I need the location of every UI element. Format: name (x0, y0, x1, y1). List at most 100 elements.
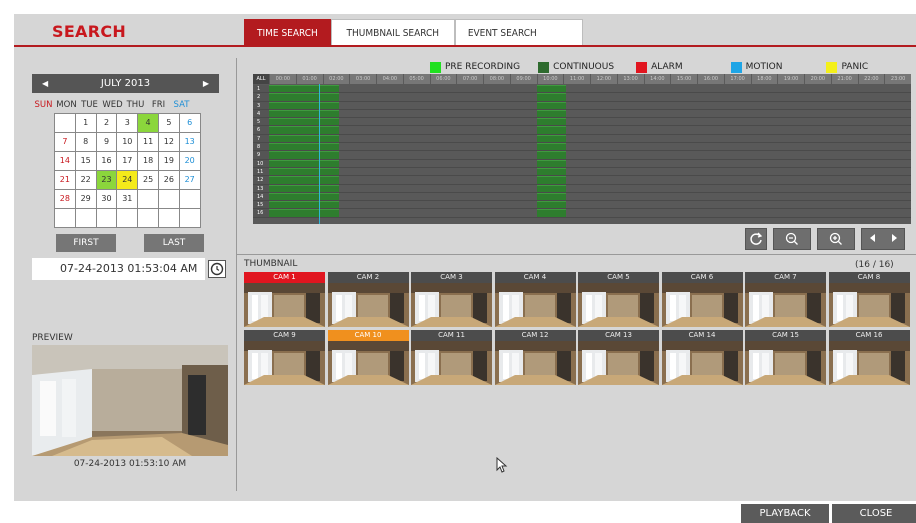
calendar-day[interactable]: 17 (117, 152, 139, 171)
weekday-sat: SAT (173, 100, 190, 110)
calendar-day[interactable]: 28 (55, 190, 76, 209)
calendar-day[interactable]: 2 (96, 114, 118, 133)
calendar-day[interactable]: 1 (75, 114, 97, 133)
calendar-day[interactable]: 21 (55, 171, 76, 190)
calendar-day[interactable]: 7 (55, 133, 76, 152)
camera-thumbnail[interactable]: CAM 13 (578, 330, 659, 385)
calendar-day[interactable]: 6 (179, 114, 201, 133)
tab-event-search[interactable]: EVENT SEARCH (454, 19, 583, 46)
timeline-channel-row[interactable]: 4 (253, 109, 911, 119)
timeline-cursor[interactable] (319, 84, 321, 224)
timeline-channel-row[interactable]: 2 (253, 93, 911, 102)
camera-thumbnail[interactable]: CAM 2 (327, 272, 409, 327)
calendar-day[interactable]: 3 (117, 114, 139, 133)
calendar-day[interactable]: 19 (158, 152, 180, 171)
camera-label: CAM 11 (411, 330, 492, 341)
timeline-channel-row[interactable]: 13 (253, 184, 911, 193)
calendar-day[interactable]: 12 (158, 133, 180, 152)
calendar-day[interactable]: 25 (138, 171, 159, 190)
calendar-day[interactable]: 11 (138, 133, 159, 152)
calendar-day[interactable]: 31 (117, 190, 139, 209)
calendar-day[interactable]: 26 (158, 171, 180, 190)
camera-thumbnail[interactable]: CAM 6 (661, 272, 743, 327)
timeline-channel-row[interactable]: 9 (253, 151, 911, 160)
timeline-channel-row[interactable]: 6 (253, 126, 911, 135)
calendar-empty-cell (55, 209, 76, 228)
channel-number: 8 (253, 143, 269, 151)
calendar-day[interactable]: 8 (75, 133, 97, 152)
camera-thumbnail[interactable]: CAM 11 (411, 330, 492, 385)
camera-thumbnail[interactable]: CAM 14 (661, 330, 743, 385)
last-button[interactable]: LAST (144, 234, 204, 252)
datetime-field[interactable]: 07-24-2013 01:53:04 AM (32, 258, 205, 280)
camera-thumbnail[interactable]: CAM 12 (494, 330, 576, 385)
tab-thumbnail-search[interactable]: THUMBNAIL SEARCH (330, 19, 455, 46)
timeline-channel-row[interactable]: 12 (253, 176, 911, 185)
zoom-out-icon[interactable] (773, 228, 811, 250)
camera-label: CAM 1 (244, 272, 325, 283)
timeline-header: ALL 00:00 01:00 02:00 03:00 04:00 05:00 06:00 0… (253, 74, 911, 84)
camera-thumbnail[interactable]: CAM 5 (578, 272, 659, 327)
camera-thumbnail[interactable]: CAM 16 (828, 330, 910, 385)
refresh-icon[interactable] (745, 228, 767, 250)
preview-timestamp: 07-24-2013 01:53:10 AM (73, 459, 187, 469)
next-month-icon[interactable]: ▶ (203, 79, 209, 88)
calendar-day[interactable]: 20 (179, 152, 201, 171)
timeline-channel-row[interactable]: 7 (253, 134, 911, 144)
timeline-channel-row[interactable]: 1 (253, 85, 911, 94)
calendar-day[interactable]: 18 (138, 152, 159, 171)
calendar-day[interactable]: 4 (138, 114, 159, 133)
calendar-day[interactable]: 13 (179, 133, 201, 152)
camera-thumbnail[interactable]: CAM 8 (828, 272, 910, 327)
timeline-hour-label: 13:00 (616, 74, 644, 84)
camera-label: CAM 2 (327, 272, 409, 283)
calendar-day[interactable]: 9 (96, 133, 118, 152)
playback-button[interactable]: PLAYBACK (741, 504, 829, 523)
camera-thumbnail[interactable]: CAM 10 (327, 330, 409, 385)
calendar-day[interactable]: 22 (75, 171, 97, 190)
timeline-channel-row[interactable]: 3 (253, 101, 911, 110)
timeline-all-button[interactable]: ALL (253, 74, 269, 84)
timeline-channel-row[interactable]: 5 (253, 118, 911, 127)
timeline-rows: 1 2 3 4 5 6 7 8 9 10 11 12 13 14 15 16 (253, 85, 911, 218)
calendar-day[interactable]: 29 (75, 190, 97, 209)
close-button[interactable]: CLOSE (832, 504, 916, 523)
next-icon[interactable] (890, 233, 898, 245)
calendar-day[interactable]: 16 (96, 152, 118, 171)
calendar-day[interactable]: 5 (158, 114, 180, 133)
camera-thumbnail[interactable]: CAM 9 (244, 330, 325, 385)
camera-thumbnail[interactable]: CAM 3 (411, 272, 492, 327)
zoom-in-icon[interactable] (817, 228, 855, 250)
continuous-segment (536, 201, 566, 209)
calendar-buttons: FIRST LAST (56, 234, 204, 252)
legend-item: PANIC (826, 61, 868, 73)
camera-thumbnail[interactable]: CAM 1 (244, 272, 325, 327)
legend-swatch (730, 61, 742, 73)
timeline[interactable]: ALL 00:00 01:00 02:00 03:00 04:00 05:00 06:00 0… (253, 74, 911, 224)
calendar-day[interactable]: 30 (96, 190, 118, 209)
calendar-day[interactable]: 24 (117, 171, 139, 190)
timeline-channel-row[interactable]: 15 (253, 201, 911, 210)
camera-label: CAM 12 (494, 330, 576, 341)
timeline-channel-row[interactable]: 11 (253, 167, 911, 177)
timeline-channel-row[interactable]: 14 (253, 192, 911, 202)
timeline-channel-row[interactable]: 8 (253, 143, 911, 152)
prev-icon[interactable] (869, 233, 877, 245)
continuous-segment (536, 143, 566, 151)
calendar-day[interactable]: 27 (179, 171, 201, 190)
camera-thumbnail[interactable]: CAM 7 (745, 272, 826, 327)
camera-thumbnail[interactable]: CAM 15 (745, 330, 826, 385)
calendar-day[interactable]: 14 (55, 152, 76, 171)
calendar-day[interactable]: 23 (96, 171, 118, 190)
calendar-day[interactable]: 15 (75, 152, 97, 171)
tab-time-search[interactable]: TIME SEARCH (244, 19, 331, 46)
calendar-empty-cell (75, 209, 97, 228)
timeline-channel-row[interactable]: 10 (253, 159, 911, 168)
camera-thumbnail[interactable]: CAM 4 (494, 272, 576, 327)
calendar-day[interactable]: 10 (117, 133, 139, 152)
clock-icon[interactable] (208, 260, 226, 278)
legend-label: CONTINUOUS (553, 62, 615, 72)
timeline-channel-row[interactable]: 16 (253, 209, 911, 218)
first-button[interactable]: FIRST (56, 234, 116, 252)
prev-month-icon[interactable]: ◀ (42, 79, 48, 88)
